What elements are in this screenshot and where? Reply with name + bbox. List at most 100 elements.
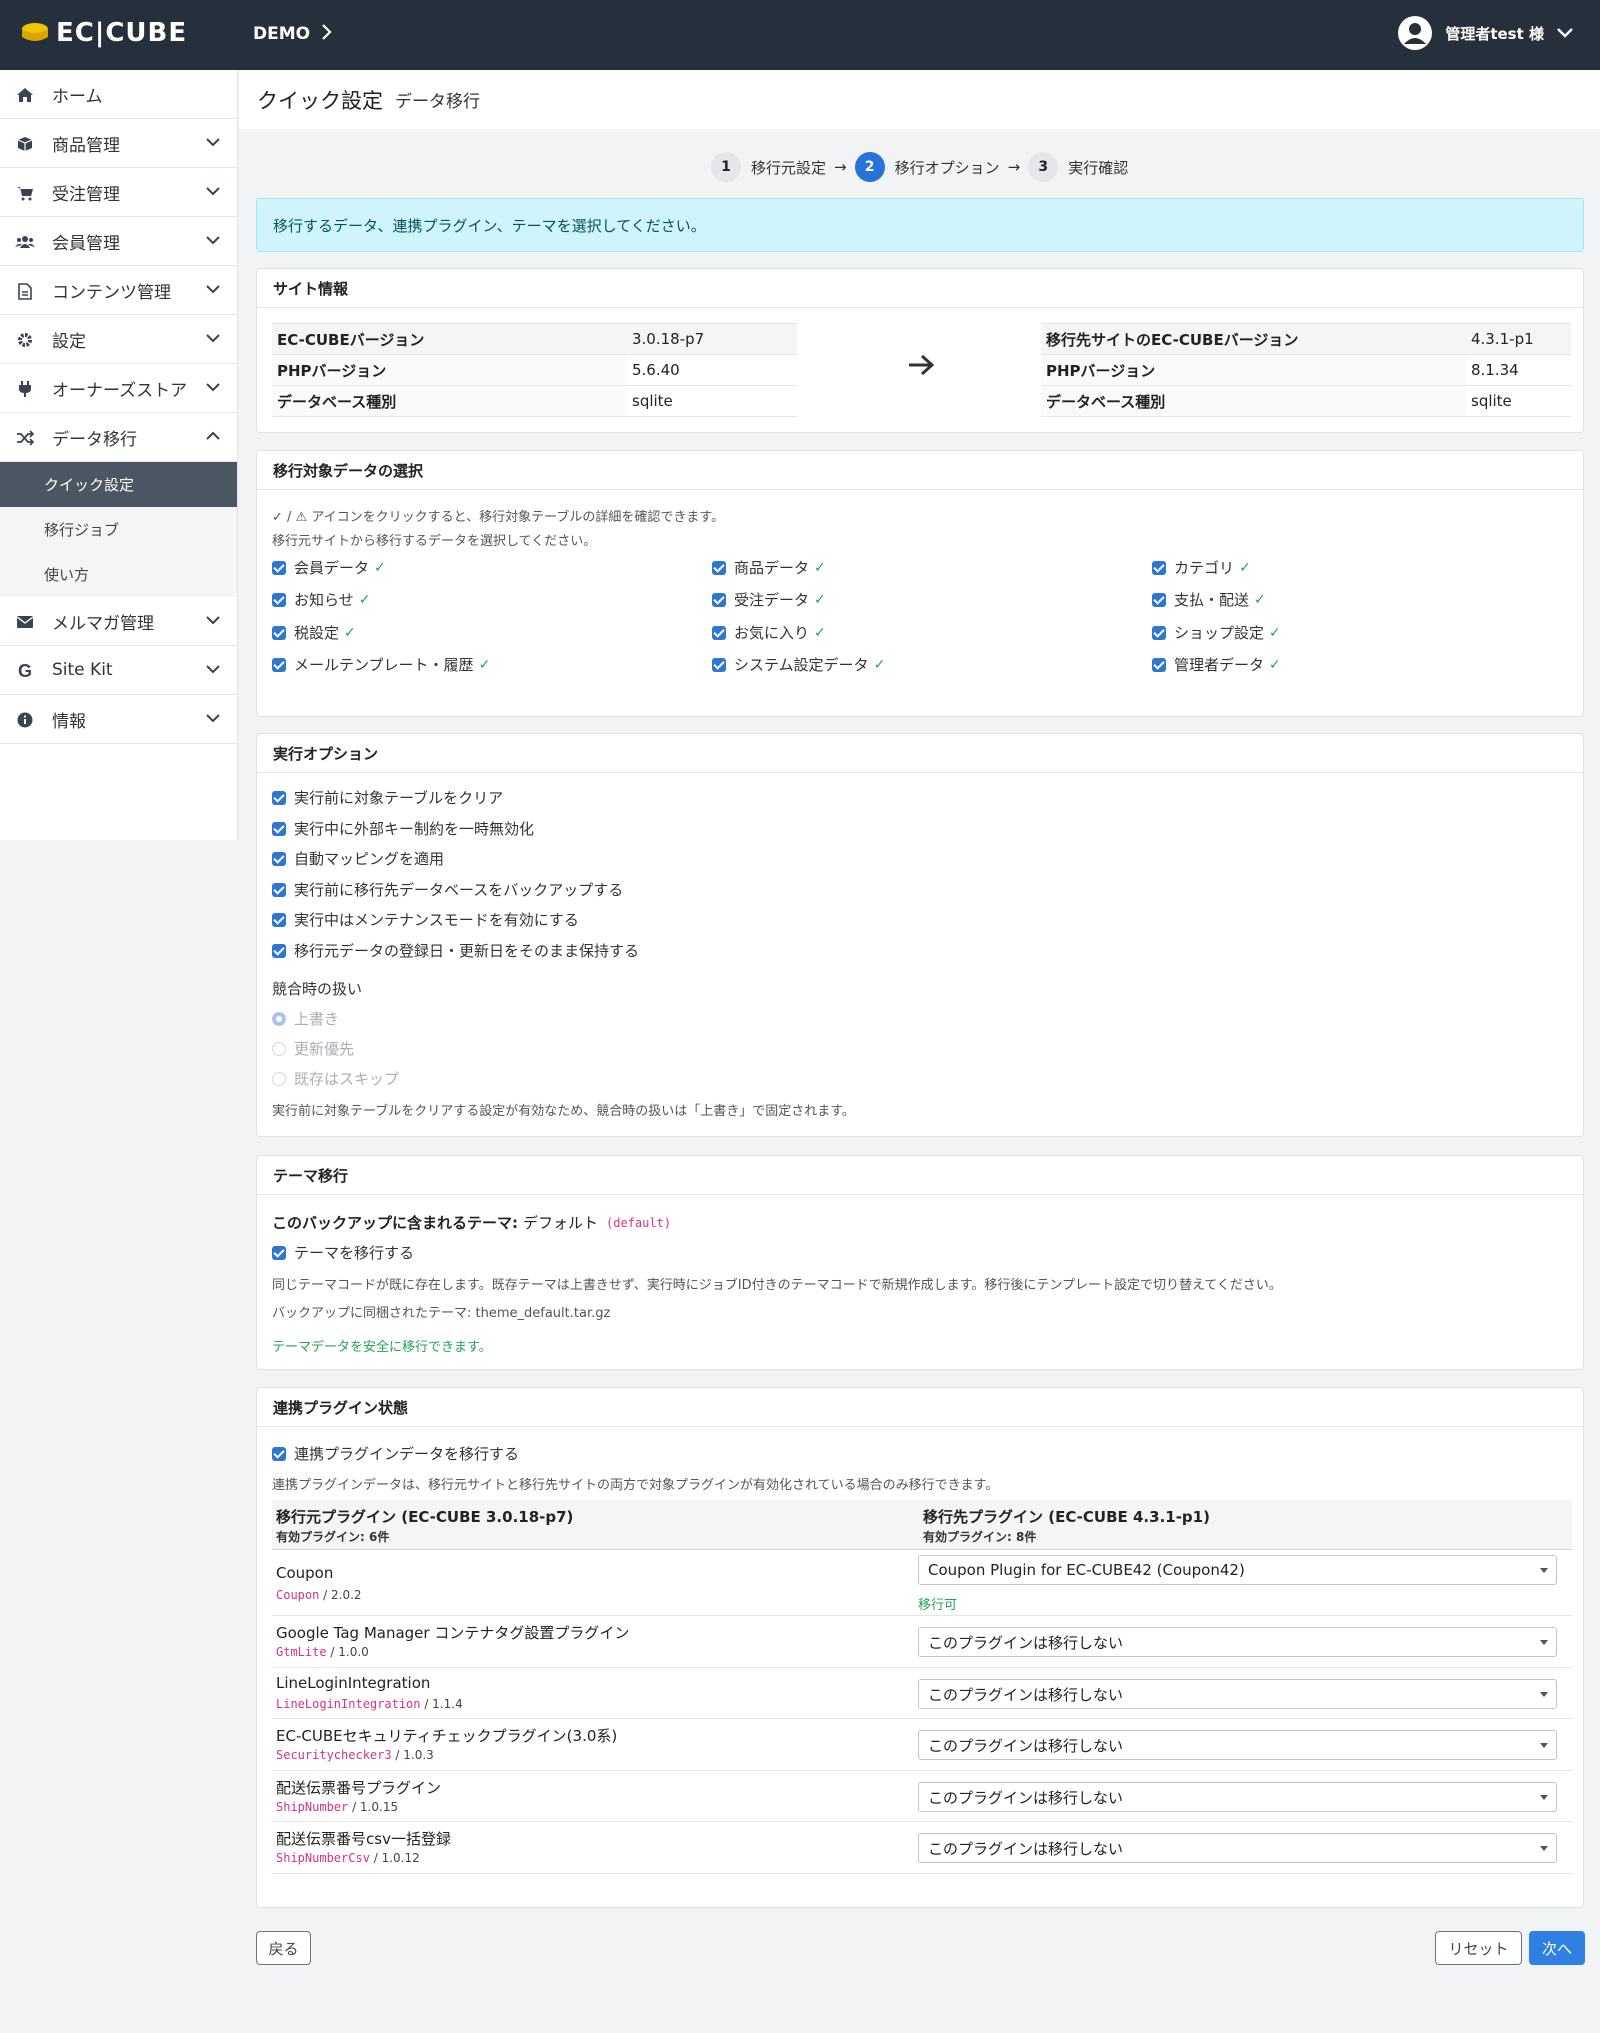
- check-icon[interactable]: ✓: [374, 560, 386, 576]
- checkbox-checked-icon[interactable]: [712, 657, 726, 672]
- users-icon: [15, 232, 35, 252]
- reset-button[interactable]: リセット: [1435, 1931, 1522, 1965]
- step-label: 移行元設定: [751, 158, 827, 177]
- checkbox-checked-icon[interactable]: [1152, 592, 1166, 607]
- checkbox-checked-icon[interactable]: [272, 625, 286, 640]
- plugin-select[interactable]: このプラグインは移行しない: [918, 1679, 1557, 1709]
- target-checkbox[interactable]: お気に入り ✓: [712, 622, 826, 643]
- sidebar-item-customers[interactable]: 会員管理: [0, 217, 237, 266]
- card-header: テーマ移行: [257, 1156, 1583, 1195]
- sidebar-item-site-kit[interactable]: G Site Kit: [0, 646, 237, 695]
- plugin-migrate-checkbox[interactable]: 連携プラグインデータを移行する: [272, 1443, 519, 1464]
- target-checkbox[interactable]: 会員データ ✓: [272, 557, 386, 578]
- theme-migrate-checkbox[interactable]: テーマを移行する: [272, 1242, 414, 1263]
- option-checkbox[interactable]: 実行中はメンテナンスモードを有効にする: [272, 909, 579, 930]
- plugin-select[interactable]: このプラグインは移行しない: [918, 1833, 1557, 1863]
- next-button[interactable]: 次へ: [1529, 1931, 1585, 1965]
- target-checkbox[interactable]: ショップ設定 ✓: [1152, 622, 1281, 643]
- check-icon[interactable]: ✓: [1269, 657, 1281, 673]
- radio-overwrite[interactable]: 上書き: [272, 1008, 339, 1029]
- radio-icon[interactable]: [272, 1041, 286, 1056]
- sidebar-item-content[interactable]: コンテンツ管理: [0, 266, 237, 315]
- checkbox-checked-icon[interactable]: [272, 1446, 286, 1461]
- chevron-down-icon: [206, 665, 220, 674]
- radio-icon[interactable]: [272, 1071, 286, 1086]
- sidebar-item-settings[interactable]: 設定: [0, 315, 237, 364]
- check-icon[interactable]: ✓: [359, 592, 371, 608]
- sidebar-item-orders[interactable]: 受注管理: [0, 168, 237, 217]
- radio-selected-icon[interactable]: [272, 1011, 286, 1026]
- sidebar-subitem-usage[interactable]: 使い方: [0, 552, 237, 597]
- check-icon[interactable]: ✓: [814, 592, 826, 608]
- radio-update-priority[interactable]: 更新優先: [272, 1038, 354, 1059]
- target-checkbox[interactable]: システム設定データ ✓: [712, 654, 885, 675]
- checkbox-checked-icon[interactable]: [1152, 657, 1166, 672]
- plugin-row: Google Tag Manager コンテナタグ設置プラグイン GtmLite…: [272, 1616, 1572, 1668]
- sidebar-item-products[interactable]: 商品管理: [0, 119, 237, 168]
- check-icon[interactable]: ✓: [1239, 560, 1251, 576]
- target-checkbox[interactable]: 管理者データ ✓: [1152, 654, 1281, 675]
- plugin-row: LineLoginIntegration LineLoginIntegratio…: [272, 1668, 1572, 1719]
- check-icon[interactable]: ✓: [814, 625, 826, 641]
- plugin-select[interactable]: このプラグインは移行しない: [918, 1730, 1557, 1760]
- checkbox-checked-icon[interactable]: [272, 560, 286, 575]
- checkbox-checked-icon[interactable]: [272, 657, 286, 672]
- checkbox-checked-icon[interactable]: [1152, 560, 1166, 575]
- option-checkbox[interactable]: 移行元データの登録日・更新日をそのまま保持する: [272, 940, 639, 961]
- target-checkbox[interactable]: メールテンプレート・履歴 ✓: [272, 654, 490, 675]
- target-checkbox[interactable]: 受注データ ✓: [712, 589, 826, 610]
- plugin-select[interactable]: Coupon Plugin for EC-CUBE42 (Coupon42): [918, 1555, 1557, 1585]
- page-title: クイック設定: [257, 88, 383, 113]
- check-icon[interactable]: ✓: [1254, 592, 1266, 608]
- table-key: PHPバージョン: [1041, 354, 1466, 386]
- option-checkbox[interactable]: 実行前に移行先データベースをバックアップする: [272, 879, 623, 900]
- checkbox-checked-icon[interactable]: [712, 592, 726, 607]
- target-checkbox[interactable]: 商品データ ✓: [712, 557, 826, 578]
- check-icon[interactable]: ✓: [479, 657, 491, 673]
- check-icon[interactable]: ✓: [1269, 625, 1281, 641]
- shop-name-link[interactable]: DEMO: [253, 24, 310, 44]
- plugin-select[interactable]: このプラグインは移行しない: [918, 1782, 1557, 1812]
- check-icon[interactable]: ✓: [344, 625, 356, 641]
- plugin-row: Coupon Coupon / 2.0.2 Coupon Plugin for …: [272, 1550, 1572, 1616]
- user-menu[interactable]: 管理者test 様: [1397, 15, 1574, 51]
- check-icon[interactable]: ✓: [814, 560, 826, 576]
- option-checkbox[interactable]: 実行中に外部キー制約を一時無効化: [272, 818, 534, 839]
- sidebar-subitem-migration-jobs[interactable]: 移行ジョブ: [0, 507, 237, 552]
- radio-skip-existing[interactable]: 既存はスキップ: [272, 1068, 399, 1089]
- plugin-select[interactable]: このプラグインは移行しない: [918, 1627, 1557, 1657]
- sidebar-item-label: 商品管理: [52, 135, 120, 156]
- checkbox-checked-icon[interactable]: [272, 882, 286, 897]
- checkbox-checked-icon[interactable]: [272, 592, 286, 607]
- sidebar-item-data-migration[interactable]: データ移行: [0, 413, 237, 462]
- checkbox-checked-icon[interactable]: [1152, 625, 1166, 640]
- option-checkbox[interactable]: 実行前に対象テーブルをクリア: [272, 787, 503, 808]
- plugins-card: 連携プラグイン状態 連携プラグインデータを移行する 連携プラグインデータは、移行…: [256, 1387, 1584, 1908]
- card-header: 連携プラグイン状態: [257, 1388, 1583, 1427]
- brand-logo[interactable]: EC|CUBE: [20, 18, 187, 48]
- target-checkbox[interactable]: 税設定 ✓: [272, 622, 356, 643]
- option-checkbox[interactable]: 自動マッピングを適用: [272, 848, 444, 869]
- checkbox-checked-icon[interactable]: [272, 851, 286, 866]
- checkbox-checked-icon[interactable]: [272, 912, 286, 927]
- checkbox-checked-icon[interactable]: [272, 790, 286, 805]
- target-checkbox[interactable]: お知らせ ✓: [272, 589, 370, 610]
- target-checkbox[interactable]: カテゴリ ✓: [1152, 557, 1251, 578]
- checkbox-checked-icon[interactable]: [712, 625, 726, 640]
- checkbox-checked-icon[interactable]: [272, 821, 286, 836]
- checkbox-checked-icon[interactable]: [272, 1245, 286, 1260]
- home-icon: [15, 85, 35, 105]
- sidebar-item-home[interactable]: ホーム: [0, 70, 237, 119]
- check-icon[interactable]: ✓: [874, 657, 886, 673]
- sidebar-item-mail-magazine[interactable]: メルマガ管理: [0, 597, 237, 646]
- checkbox-checked-icon[interactable]: [712, 560, 726, 575]
- sidebar-item-info[interactable]: 情報: [0, 695, 237, 744]
- step-label: 実行確認: [1068, 158, 1129, 177]
- checkbox-checked-icon[interactable]: [272, 943, 286, 958]
- sidebar-item-owners-store[interactable]: オーナーズストア: [0, 364, 237, 413]
- target-checkbox[interactable]: 支払・配送 ✓: [1152, 589, 1266, 610]
- step-label: 移行オプション: [894, 158, 1000, 177]
- sidebar-subitem-quick-setup[interactable]: クイック設定: [0, 462, 237, 507]
- plugin-table-header: 移行元プラグイン (EC-CUBE 3.0.18-p7) 有効プラグイン: 6件…: [272, 1500, 1572, 1550]
- back-button[interactable]: 戻る: [256, 1931, 311, 1965]
